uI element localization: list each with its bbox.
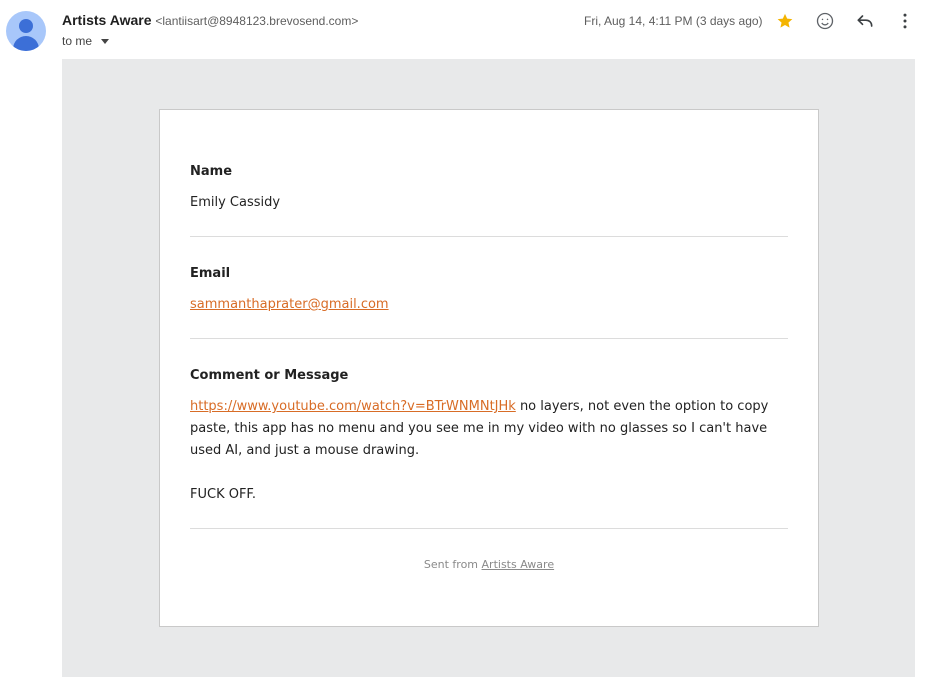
divider bbox=[190, 338, 788, 339]
sender-avatar[interactable] bbox=[6, 11, 46, 51]
add-reaction-button[interactable] bbox=[814, 10, 836, 32]
message-paragraph-2: FUCK OFF. bbox=[190, 487, 256, 502]
sender-line: Artists Aware <lantiisart@8948123.brevos… bbox=[62, 12, 358, 28]
sent-from-footer: Sent from Artists Aware bbox=[160, 558, 818, 571]
name-field: Name Emily Cassidy bbox=[190, 164, 788, 214]
footer-prefix: Sent from bbox=[423, 558, 482, 571]
message-paragraph: https://www.youtube.com/watch?v=BTrWNMNt… bbox=[190, 396, 788, 462]
name-label: Name bbox=[190, 164, 233, 179]
more-options-button[interactable] bbox=[894, 10, 916, 32]
email-field: Email sammanthaprater@gmail.com bbox=[190, 266, 788, 316]
form-card: Name Emily Cassidy Email sammanthaprater… bbox=[159, 109, 819, 627]
name-value: Emily Cassidy bbox=[190, 195, 281, 210]
reply-button[interactable] bbox=[854, 10, 876, 32]
sender-name[interactable]: Artists Aware bbox=[62, 12, 151, 28]
star-button[interactable] bbox=[774, 10, 796, 32]
message-field: Comment or Message https://www.youtube.c… bbox=[190, 368, 788, 506]
reply-icon bbox=[857, 15, 873, 27]
star-icon bbox=[777, 13, 793, 28]
message-label: Comment or Message bbox=[190, 368, 349, 383]
recipient-line[interactable]: to me bbox=[62, 34, 110, 48]
youtube-link[interactable]: https://www.youtube.com/watch?v=BTrWNMNt… bbox=[190, 399, 516, 414]
message-body: https://www.youtube.com/watch?v=BTrWNMNt… bbox=[190, 396, 788, 506]
email-value: sammanthaprater@gmail.com bbox=[190, 294, 788, 316]
sender-email: <lantiisart@8948123.brevosend.com> bbox=[155, 14, 359, 28]
recipient-label: to me bbox=[62, 34, 93, 48]
emoji-icon bbox=[816, 12, 834, 30]
avatar-head bbox=[19, 19, 33, 33]
email-body: Name Emily Cassidy Email sammanthaprater… bbox=[62, 59, 915, 677]
divider bbox=[190, 528, 788, 529]
email-date: Fri, Aug 14, 4:11 PM (3 days ago) bbox=[584, 14, 763, 28]
chevron-down-icon[interactable] bbox=[101, 38, 110, 44]
more-vert-icon bbox=[903, 13, 907, 29]
email-label: Email bbox=[190, 266, 231, 281]
avatar-body bbox=[13, 36, 39, 51]
divider bbox=[190, 236, 788, 237]
footer-link[interactable]: Artists Aware bbox=[482, 558, 555, 571]
email-link[interactable]: sammanthaprater@gmail.com bbox=[190, 297, 389, 312]
